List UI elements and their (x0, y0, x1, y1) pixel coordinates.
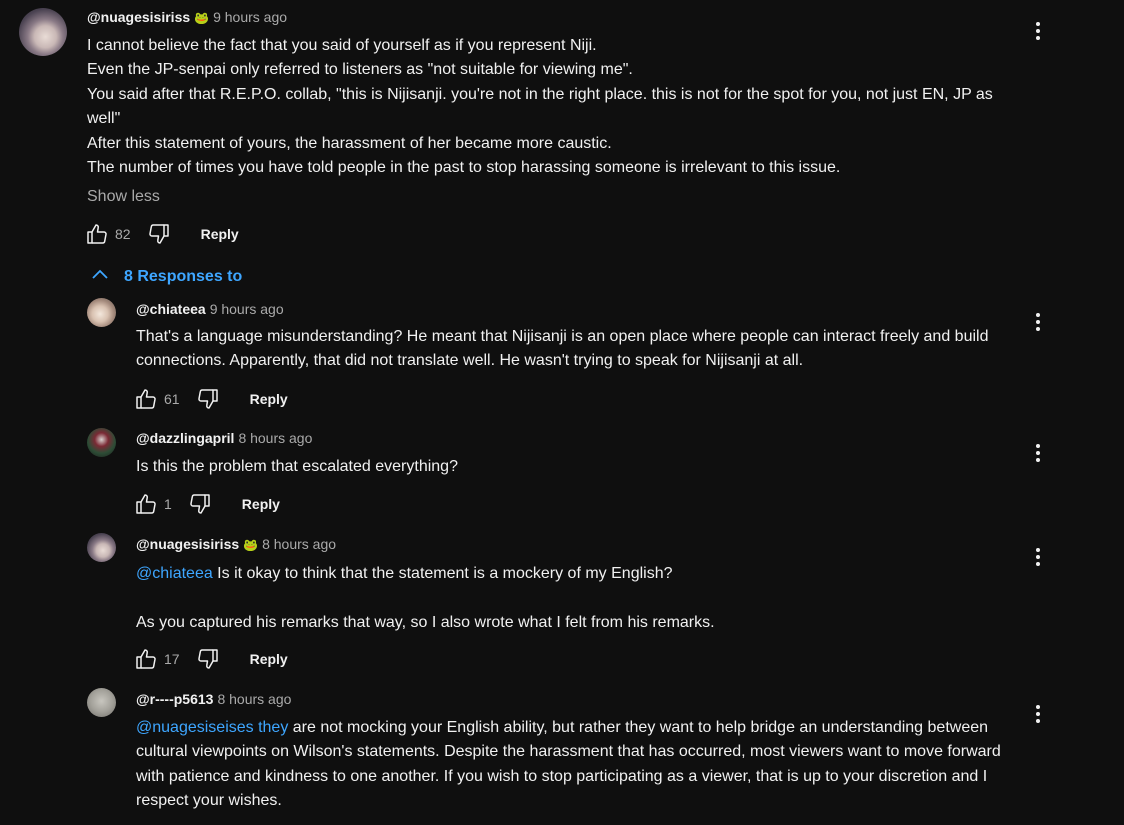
dislike-icon[interactable] (196, 387, 220, 411)
dislike-icon[interactable] (196, 647, 220, 671)
comment-text-segment: Is it okay to think that the statement i… (212, 565, 673, 582)
comment-text: I cannot believe the fact that you said … (87, 34, 1017, 180)
like-icon[interactable] (134, 647, 158, 671)
reply-button[interactable]: Reply (201, 226, 239, 242)
comment-line: I cannot believe the fact that you said … (87, 37, 597, 54)
chevron-up-icon (90, 265, 124, 290)
more-vert-icon[interactable] (1026, 702, 1050, 726)
avatar[interactable] (87, 298, 116, 327)
dislike-icon[interactable] (188, 492, 212, 516)
comment-text: Is this the problem that escalated every… (136, 455, 1016, 479)
reply-button[interactable]: Reply (250, 391, 288, 407)
comment-line: Is this the problem that escalated every… (136, 458, 458, 475)
like-count: 61 (164, 391, 180, 407)
comment-text: @chiateea Is it okay to think that the s… (136, 562, 1016, 635)
show-less-button[interactable]: Show less (87, 188, 160, 206)
reply-button[interactable]: Reply (250, 651, 288, 667)
timestamp[interactable]: 8 hours ago (262, 536, 336, 552)
frog-emoji-icon: 🐸 (194, 11, 210, 25)
like-count: 1 (164, 496, 172, 512)
author-name[interactable]: @nuagesisiriss (87, 9, 190, 25)
more-vert-icon[interactable] (1026, 310, 1050, 334)
more-vert-icon[interactable] (1026, 545, 1050, 569)
comment-line: @nuagesiseises they are not mocking your… (136, 716, 1016, 814)
comment-actions: 1 Reply (134, 490, 280, 518)
reply-button[interactable]: Reply (242, 496, 280, 512)
avatar[interactable] (19, 8, 67, 56)
dislike-icon[interactable] (147, 222, 171, 246)
mention-link[interactable]: @nuagesiseises they (136, 719, 288, 736)
author-name[interactable]: @chiateea (136, 301, 206, 317)
comment-actions: 61 Reply (134, 385, 288, 413)
like-icon[interactable] (85, 222, 109, 246)
timestamp[interactable]: 8 hours ago (238, 430, 312, 446)
author-name[interactable]: @dazzlingapril (136, 430, 234, 446)
frog-emoji-icon: 🐸 (243, 538, 259, 552)
comment-header: @nuagesisiriss 🐸 9 hours ago (87, 9, 287, 25)
like-count: 17 (164, 651, 180, 667)
comment-line: Even the JP-senpai only referred to list… (87, 61, 633, 79)
author-name[interactable]: @r----p5613 (136, 691, 213, 707)
comment-actions: 82 Reply (85, 220, 239, 248)
timestamp[interactable]: 9 hours ago (210, 301, 284, 317)
more-vert-icon[interactable] (1026, 19, 1050, 43)
like-icon[interactable] (134, 492, 158, 516)
comment-line: As you captured his remarks that way, so… (136, 613, 715, 631)
comment-header: @dazzlingapril 8 hours ago (136, 430, 312, 446)
timestamp[interactable]: 9 hours ago (213, 9, 287, 25)
author-name[interactable]: @nuagesisiriss (136, 536, 239, 552)
mention-link[interactable]: @chiateea (136, 565, 213, 582)
comment-actions: 17 Reply (134, 645, 288, 673)
comment-header: @nuagesisiriss 🐸 8 hours ago (136, 536, 336, 552)
comment-line: @chiateea Is it okay to think that the s… (136, 562, 1016, 586)
avatar[interactable] (87, 428, 116, 457)
comment-line: That's a language misunderstanding? He m… (136, 328, 989, 370)
responses-toggle-button[interactable]: 8 Responses to (90, 265, 242, 289)
comment-text: @nuagesiseises they are not mocking your… (136, 716, 1016, 814)
comment-line: After this statement of yours, the haras… (87, 134, 612, 152)
comment-line: The number of times you have told people… (87, 159, 841, 177)
more-vert-icon[interactable] (1026, 441, 1050, 465)
timestamp[interactable]: 8 hours ago (217, 691, 291, 707)
comment-header: @chiateea 9 hours ago (136, 301, 284, 317)
responses-label: 8 Responses to (124, 268, 243, 285)
comment-header: @r----p5613 8 hours ago (136, 691, 291, 707)
comment-text: That's a language misunderstanding? He m… (136, 325, 1016, 374)
avatar[interactable] (87, 533, 116, 562)
avatar[interactable] (87, 688, 116, 717)
like-icon[interactable] (134, 387, 158, 411)
like-count: 82 (115, 226, 131, 242)
comment-line: You said after that R.E.P.O. collab, "th… (87, 85, 993, 128)
